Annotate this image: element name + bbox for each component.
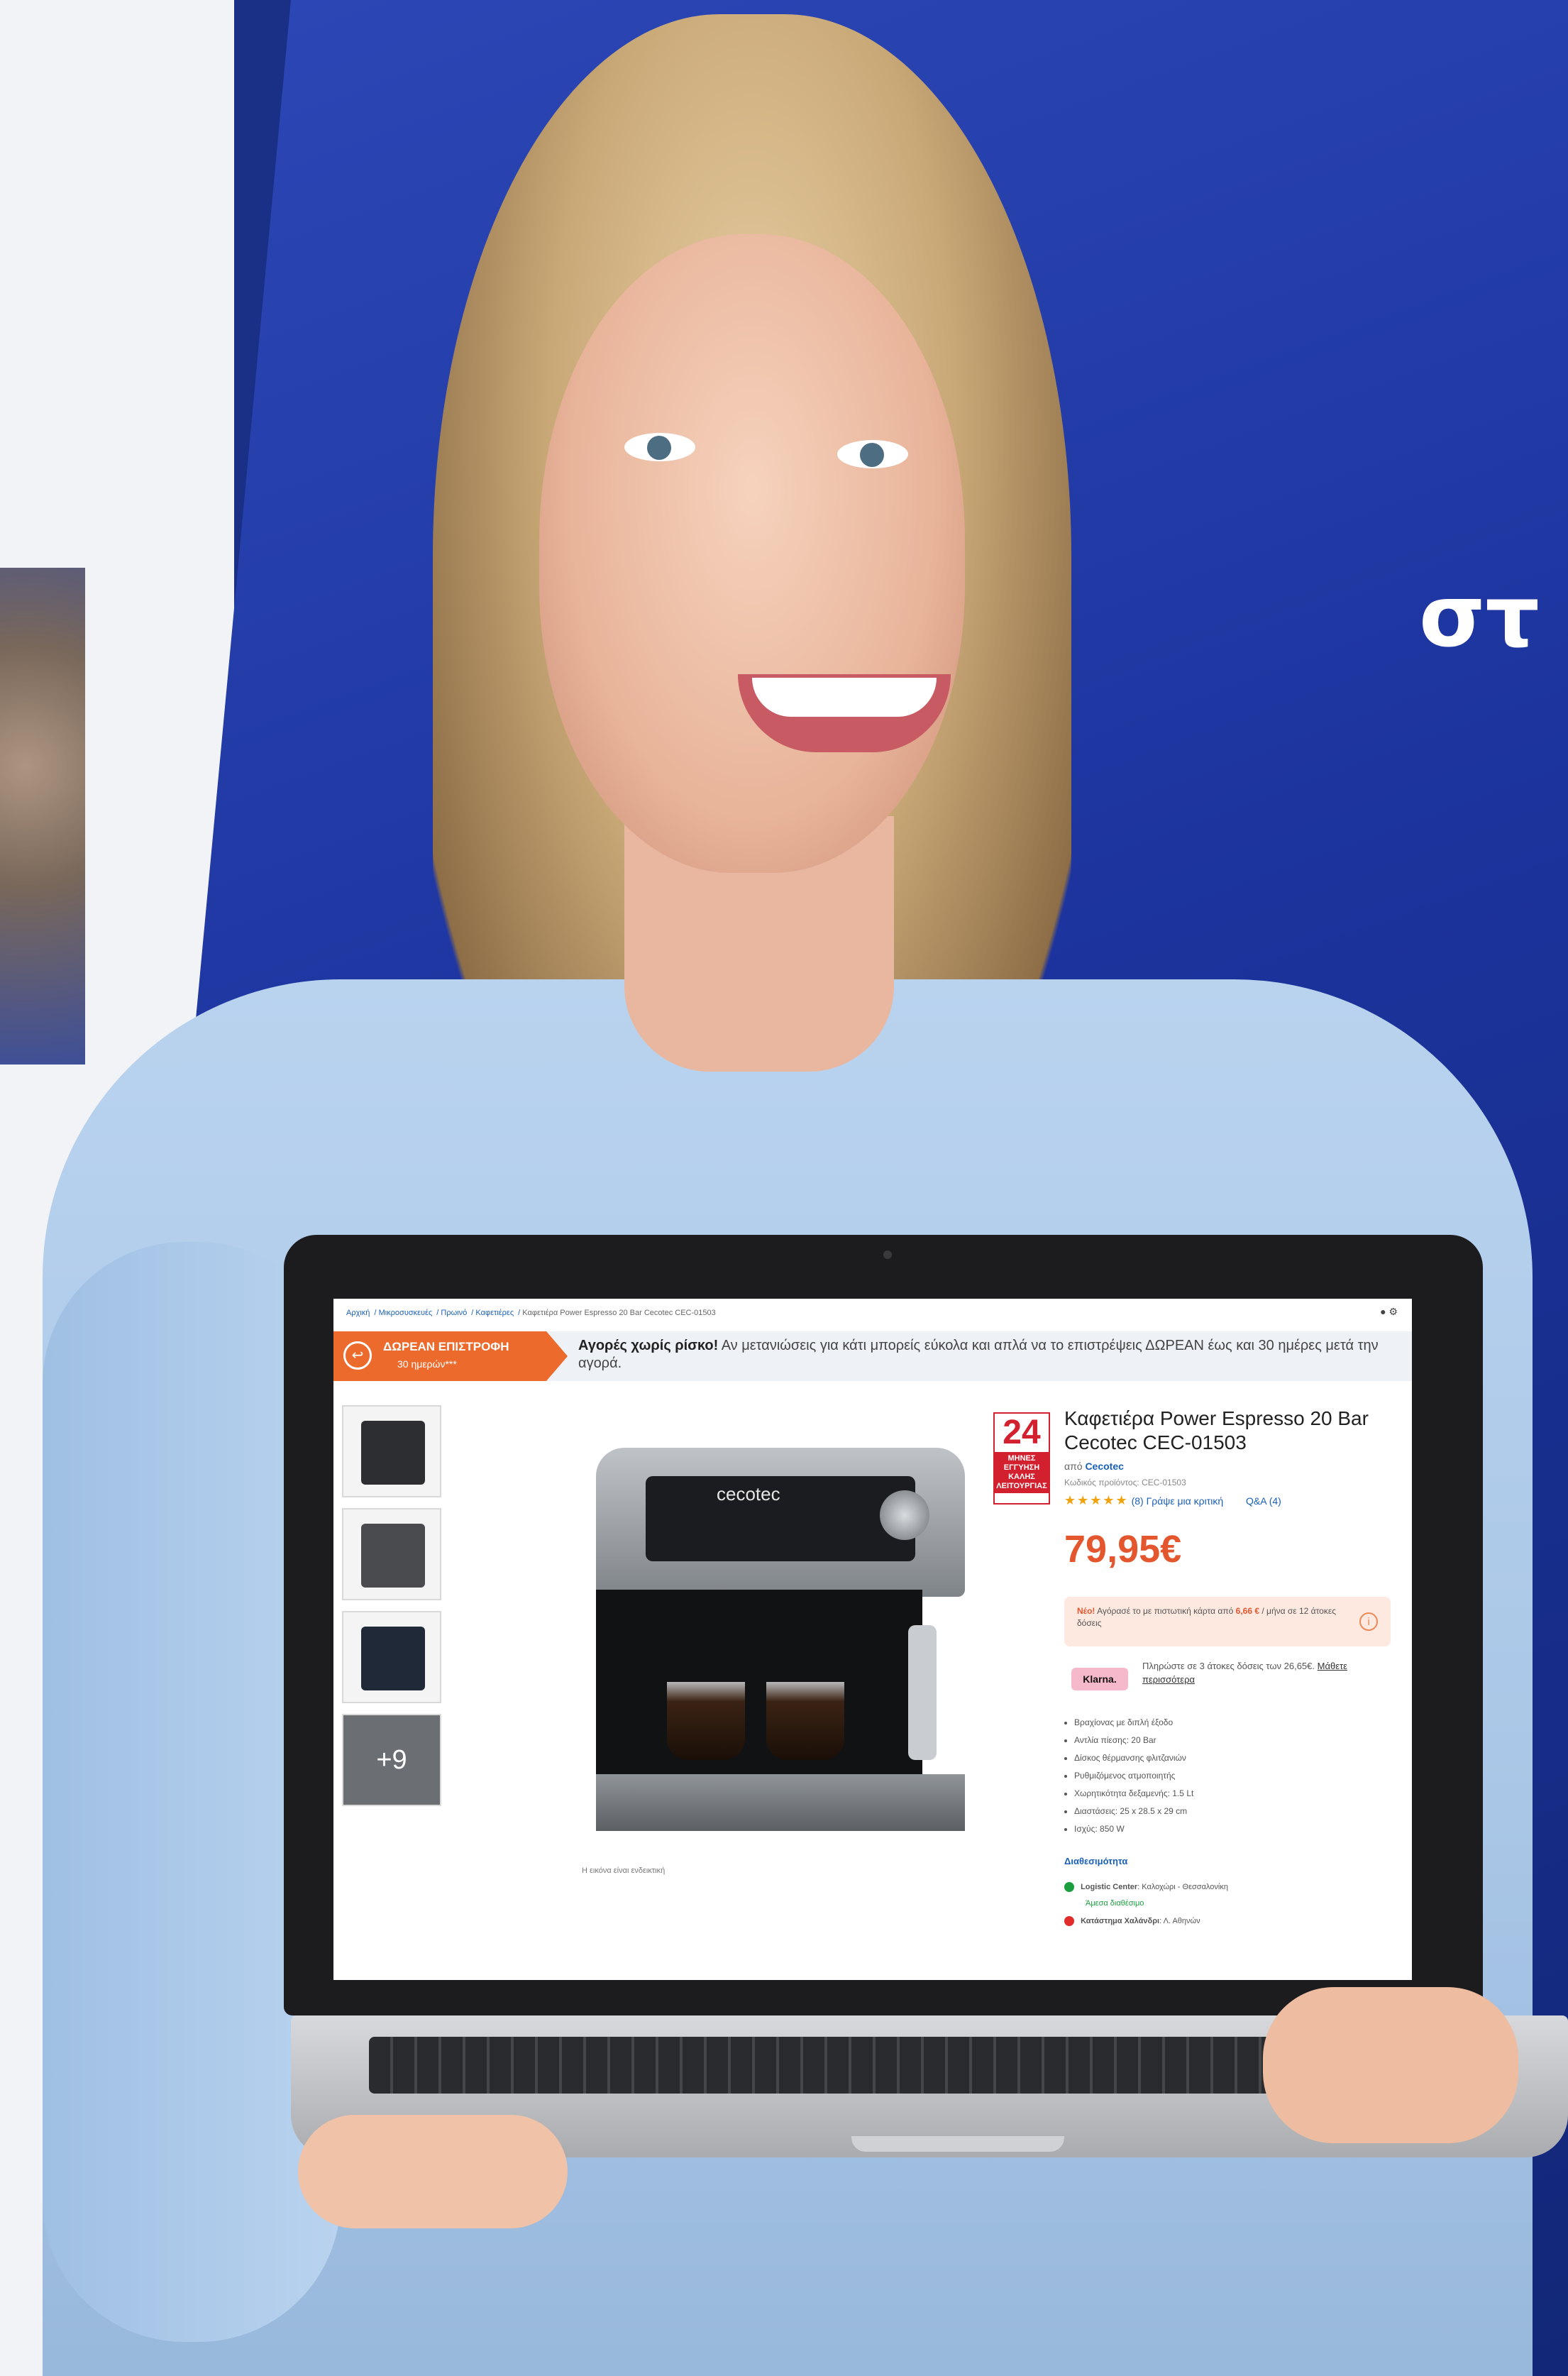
machine-base [596,1774,965,1831]
spec-item: Διαστάσεις: 25 x 28.5 x 29 cm [1074,1803,1193,1820]
gallery-thumbnail-1[interactable] [342,1405,441,1497]
credit-card-installments: Νέο! Αγόρασέ το με πιστωτική κάρτα από 6… [1064,1597,1391,1646]
machine-brand-text: cecotec [717,1483,780,1505]
gallery-thumbnail-2[interactable] [342,1508,441,1600]
credit-description: Αγόρασέ το με πιστωτική κάρτα από [1097,1606,1234,1616]
spec-item: Ισχύς: 850 W [1074,1820,1193,1838]
teeth [752,678,937,717]
status-dot-red [1064,1916,1074,1926]
breadcrumb-current: Καφετιέρα Power Espresso 20 Bar Cecotec … [522,1309,716,1317]
store-logistic-center: Logistic Center: Καλοχώρι - Θεσσαλονίκη [1064,1882,1228,1892]
espresso-cup-right [766,1682,844,1760]
brand-link[interactable]: Cecotec [1085,1461,1123,1472]
warranty-badge: 24 ΜΗΝΕΣ ΕΓΓΥΗΣΗ ΚΑΛΗΣ ΛΕΙΤΟΥΡΓΙΑΣ [993,1412,1050,1505]
woman-right-hand [1263,1987,1518,2143]
spec-item: Βραχίονας με διπλή έξοδο [1074,1714,1193,1732]
store-chalandri: Κατάστημα Χαλάνδρι: Λ. Αθηνών [1064,1916,1200,1926]
thumbnail-image [361,1524,425,1588]
klarna-logo: Klarna. [1071,1668,1128,1690]
thumbnail-image [361,1627,425,1690]
free-return-badge[interactable]: ↩ ΔΩΡΕΑΝ ΕΠΙΣΤΡΟΦΗ 30 ημερών*** [333,1331,568,1381]
credit-text: Νέο! Αγόρασέ το με πιστωτική κάρτα από 6… [1077,1605,1347,1629]
breadcrumb: Αρχική / Μικροσυσκευές / Πρωινό / Καφετιέρε… [346,1309,716,1317]
image-caption: Η εικόνα είναι ενδεικτική [582,1866,666,1875]
background-plant [0,568,85,1065]
headline-text: στ [1419,568,1540,666]
free-return-text: Αγορές χωρίς ρίσκο! Αν μετανιώσεις για κ… [578,1337,1394,1373]
breadcrumb-small-appliances[interactable]: Μικροσυσκευές [379,1309,433,1317]
spec-item: Αντλία πίεσης: 20 Bar [1074,1732,1193,1749]
top-icons: ● ⚙ [1380,1306,1398,1318]
availability-title: Διαθεσιμότητα [1064,1856,1128,1866]
woman-face [539,234,965,873]
product-title: Καφετιέρα Power Espresso 20 Bar Cecotec … [1064,1407,1369,1453]
breadcrumb-breakfast[interactable]: Πρωινό [441,1309,467,1317]
machine-body [596,1590,922,1774]
in-stock-label: Άμεσα διαθέσιμο [1086,1899,1144,1908]
right-eye [837,440,908,468]
return-box-icon: ↩ [343,1341,372,1370]
settings-icon[interactable]: ⚙ [1388,1306,1398,1317]
breadcrumb-coffee-makers[interactable]: Καφετιέρες [475,1309,514,1317]
info-icon[interactable]: i [1359,1612,1378,1631]
espresso-cup-left [667,1682,745,1760]
store-detail: Καλοχώρι - Θεσσαλονίκη [1142,1882,1228,1891]
spec-item: Ρυθμιζόμενος ατμοποιητής [1074,1767,1193,1785]
product-code: Κωδικός προϊόντος: CEC-01503 [1064,1478,1186,1487]
write-review-link[interactable]: (8) Γράψε μια κριτική [1132,1495,1224,1507]
free-return-bold: Αγορές χωρίς ρίσκο! [578,1338,719,1353]
machine-dial [880,1490,929,1540]
steam-wand [908,1625,937,1760]
left-eye [624,433,695,461]
product-code-label: Κωδικός προϊόντος: [1064,1478,1139,1487]
product-code-value: CEC-01503 [1142,1478,1186,1487]
store-name: Logistic Center [1081,1882,1138,1891]
product-specs: Βραχίονας με διπλή έξοδο Αντλία πίεσης: … [1064,1714,1193,1838]
store-name: Κατάστημα Χαλάνδρι [1081,1916,1160,1925]
gallery-more-button[interactable]: +9 [342,1714,441,1806]
product-image[interactable]: cecotec [596,1448,965,1845]
rating-row: ★★★★★ (8) Γράψε μια κριτική Q&A (4) [1064,1493,1281,1508]
warranty-text: ΜΗΝΕΣ ΕΓΓΥΗΣΗ ΚΑΛΗΣ ΛΕΙΤΟΥΡΓΙΑΣ [995,1452,1049,1493]
gallery-thumbnail-3[interactable] [342,1611,441,1703]
product-price: 79,95€ [1064,1528,1182,1571]
free-return-title: ΔΩΡΕΑΝ ΕΠΙΣΤΡΟΦΗ [383,1340,509,1353]
laptop-camera [883,1250,892,1259]
warranty-months: 24 [1003,1414,1041,1451]
status-dot-green [1064,1882,1074,1892]
klarna-text: Πληρώστε σε 3 άτοκες δόσεις των 26,65€. … [1142,1659,1384,1686]
credit-new-label: Νέο! [1077,1606,1095,1616]
woman-left-hand [298,2115,568,2228]
klarna-description: Πληρώστε σε 3 άτοκες δόσεις των 26,65€. [1142,1661,1315,1671]
store-detail: Λ. Αθηνών [1163,1916,1200,1925]
laptop-screen: Αρχική / Μικροσυσκευές / Πρωινό / Καφετιέρε… [333,1299,1412,1980]
qa-link[interactable]: Q&A (4) [1246,1495,1281,1507]
product-brand-line: από Cecotec [1064,1461,1124,1472]
machine-control-panel [646,1476,915,1561]
breadcrumb-home[interactable]: Αρχική [346,1309,370,1317]
credit-amount: 6,66 € [1235,1606,1260,1616]
free-return-banner: ↩ ΔΩΡΕΑΝ ΕΠΙΣΤΡΟΦΗ 30 ημερών*** Αγορές χ… [333,1331,1412,1381]
spec-item: Δίσκος θέρμανσης φλιτζανιών [1074,1749,1193,1767]
spec-item: Χωρητικότητα δεξαμενής: 1.5 Lt [1074,1785,1193,1803]
info-icon[interactable]: ● [1380,1306,1386,1317]
brand-prefix: από [1064,1461,1083,1472]
laptop-lip [851,2136,1064,2152]
free-return-days: 30 ημερών*** [397,1358,457,1370]
thumbnail-image [361,1421,425,1485]
rating-stars: ★★★★★ [1064,1493,1129,1507]
